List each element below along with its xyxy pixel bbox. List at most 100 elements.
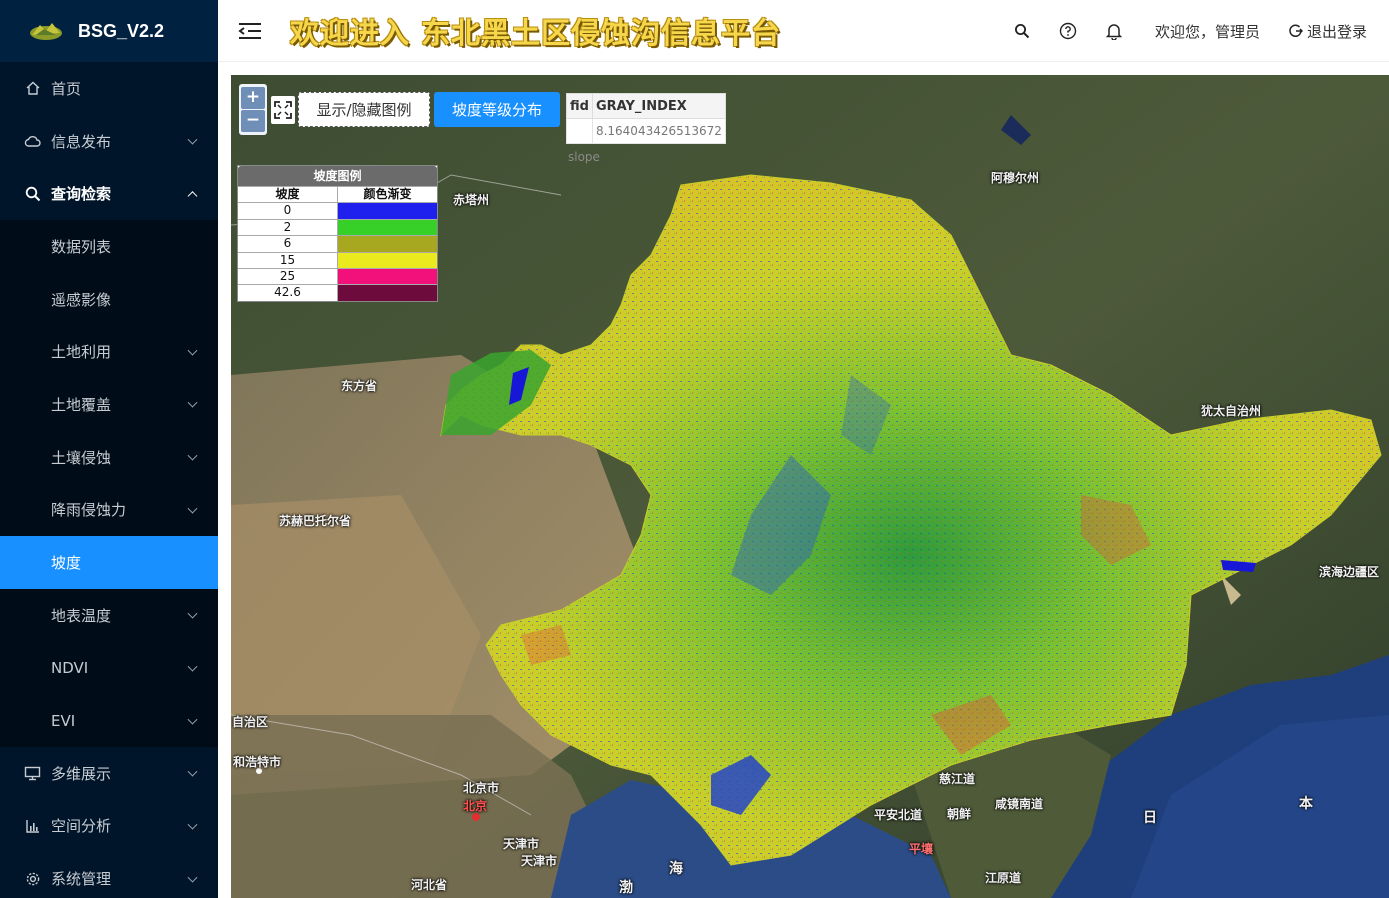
- legend-color-swatch: [338, 268, 437, 285]
- sidebar: BSG_V2.2 首页 信息发布 查询检索 数据列表 遥感影像 土地利用 土地覆…: [0, 0, 218, 898]
- menu-land-cover-label: 土地覆盖: [51, 395, 112, 414]
- menu-slope[interactable]: 坡度: [0, 536, 218, 589]
- help-icon[interactable]: [1059, 22, 1077, 40]
- menu-land-use-label: 土地利用: [51, 343, 112, 362]
- menu-info-publish-label: 信息发布: [51, 132, 112, 151]
- legend-value: 2: [238, 219, 338, 236]
- menu-home[interactable]: 首页: [0, 62, 218, 115]
- menu-surface-temp-label: 地表温度: [51, 606, 112, 625]
- place-label: 天津市: [521, 854, 558, 868]
- place-label: 滨海边疆区: [1319, 565, 1380, 579]
- info-cell-gray-index: 8.164043426513672: [591, 118, 726, 144]
- menu-land-cover[interactable]: 土地覆盖: [0, 378, 218, 431]
- legend-value: 25: [238, 268, 338, 285]
- legend-header-row: 坡度 颜色渐变: [238, 186, 437, 203]
- place-label: 江原道: [985, 871, 1022, 885]
- place-label: 赤塔州: [453, 193, 490, 207]
- place-label: 平壤: [909, 842, 934, 856]
- legend-color-swatch: [338, 285, 437, 301]
- place-label: 北京市: [463, 781, 500, 795]
- legend-color-swatch: [338, 219, 437, 236]
- place-label: 天津市: [503, 837, 540, 851]
- logout-label: 退出登录: [1306, 22, 1367, 41]
- zoom-out-button[interactable]: −: [241, 110, 265, 132]
- menu-data-list-label: 数据列表: [51, 237, 112, 256]
- info-header-gray-index: GRAY_INDEX: [591, 93, 726, 119]
- legend-row: 6: [238, 235, 437, 252]
- legend-color-swatch: [338, 236, 437, 252]
- menu-rain-erosivity[interactable]: 降雨侵蚀力: [0, 483, 218, 537]
- slope-legend: 坡度图例 坡度 颜色渐变 0 2 6 15 25 42.6: [237, 165, 438, 302]
- menu-multi-view[interactable]: 多维展示: [0, 747, 218, 800]
- menu-query[interactable]: 查询检索: [0, 167, 218, 220]
- menu-ndvi[interactable]: NDVI: [0, 641, 218, 695]
- place-label: 平安北道: [874, 808, 923, 822]
- place-label: 咸镜南道: [995, 797, 1044, 811]
- fullscreen-icon: [274, 101, 292, 119]
- app-title: BSG_V2.2: [78, 20, 165, 41]
- feature-info-table: fid GRAY_INDEX 8.164043426513672: [566, 93, 726, 144]
- chevron-down-icon: [187, 345, 198, 356]
- place-label: 犹太自治州: [1201, 404, 1262, 418]
- legend-row: 25: [238, 267, 437, 285]
- place-label: 慈江道: [939, 772, 976, 786]
- legend-title: 坡度图例: [238, 166, 437, 186]
- menu-info-publish[interactable]: 信息发布: [0, 115, 218, 168]
- menu-soil-erosion[interactable]: 土壤侵蚀: [0, 430, 218, 484]
- place-label: 自治区: [232, 715, 269, 729]
- legend-color-swatch: [338, 252, 437, 268]
- logout-button[interactable]: 退出登录: [1288, 21, 1367, 42]
- chevron-down-icon: [187, 766, 198, 777]
- menu-remote-sensing[interactable]: 遥感影像: [0, 272, 218, 326]
- search-icon[interactable]: [1013, 22, 1031, 40]
- map-view[interactable]: 赤塔州 阿穆尔州 东方省 犹太自治州 苏赫巴托尔省 滨海边疆区 自治区 和浩特市…: [231, 75, 1389, 898]
- legend-value: 0: [238, 203, 338, 219]
- info-header-fid: fid: [566, 93, 593, 119]
- place-label: 北京: [463, 799, 488, 813]
- place-label: 日: [1143, 810, 1157, 826]
- place-label: 和浩特市: [233, 755, 282, 769]
- legend-col-color: 颜色渐变: [363, 187, 412, 201]
- legend-row: 15: [238, 251, 437, 268]
- app-logo[interactable]: BSG_V2.2: [0, 0, 218, 62]
- legend-value: 6: [238, 236, 338, 252]
- menu-soil-erosion-label: 土壤侵蚀: [51, 448, 112, 467]
- fullscreen-button[interactable]: [271, 96, 295, 124]
- cloud-icon: [24, 133, 41, 150]
- menu-system-mgmt[interactable]: 系统管理: [0, 852, 218, 898]
- platform-banner: 欢迎进入 东北黑土区侵蚀沟信息平台: [290, 15, 782, 50]
- legend-row: 0: [238, 202, 437, 219]
- zoom-control: + −: [239, 84, 267, 135]
- place-label: 阿穆尔州: [991, 171, 1040, 185]
- menu-data-list[interactable]: 数据列表: [0, 220, 218, 273]
- legend-value: 42.6: [238, 285, 338, 301]
- legend-value: 15: [238, 252, 338, 268]
- menu-spatial-analysis[interactable]: 空间分析: [0, 800, 218, 853]
- gear-icon: [24, 870, 41, 887]
- chevron-down-icon: [187, 503, 198, 514]
- menu-query-label: 查询检索: [51, 185, 112, 204]
- place-label: 河北省: [411, 878, 448, 892]
- chevron-down-icon: [187, 661, 198, 672]
- slope-distribution-button[interactable]: 坡度等级分布: [434, 92, 560, 127]
- chevron-down-icon: [187, 450, 198, 461]
- monitor-icon: [24, 765, 41, 782]
- legend-row: 2: [238, 218, 437, 236]
- place-label: 本: [1299, 796, 1313, 812]
- legend-row: 42.6: [238, 284, 437, 301]
- toggle-legend-button[interactable]: 显示/隐藏图例: [298, 92, 430, 127]
- info-cell-fid: [566, 118, 593, 144]
- legend-col-value: 坡度: [238, 187, 338, 203]
- bell-icon[interactable]: [1105, 22, 1123, 40]
- menu-surface-temp[interactable]: 地表温度: [0, 588, 218, 642]
- place-label: 海: [669, 861, 683, 877]
- welcome-text: 欢迎您，管理员: [1154, 22, 1260, 41]
- menu-fold-icon[interactable]: [238, 21, 262, 41]
- zoom-in-button[interactable]: +: [241, 87, 265, 109]
- chevron-down-icon: [187, 398, 198, 409]
- menu-evi[interactable]: EVI: [0, 694, 218, 747]
- menu-land-use[interactable]: 土地利用: [0, 325, 218, 379]
- chevron-down-icon: [187, 608, 198, 619]
- legend-color-swatch: [338, 203, 437, 219]
- menu-spatial-analysis-label: 空间分析: [51, 817, 112, 836]
